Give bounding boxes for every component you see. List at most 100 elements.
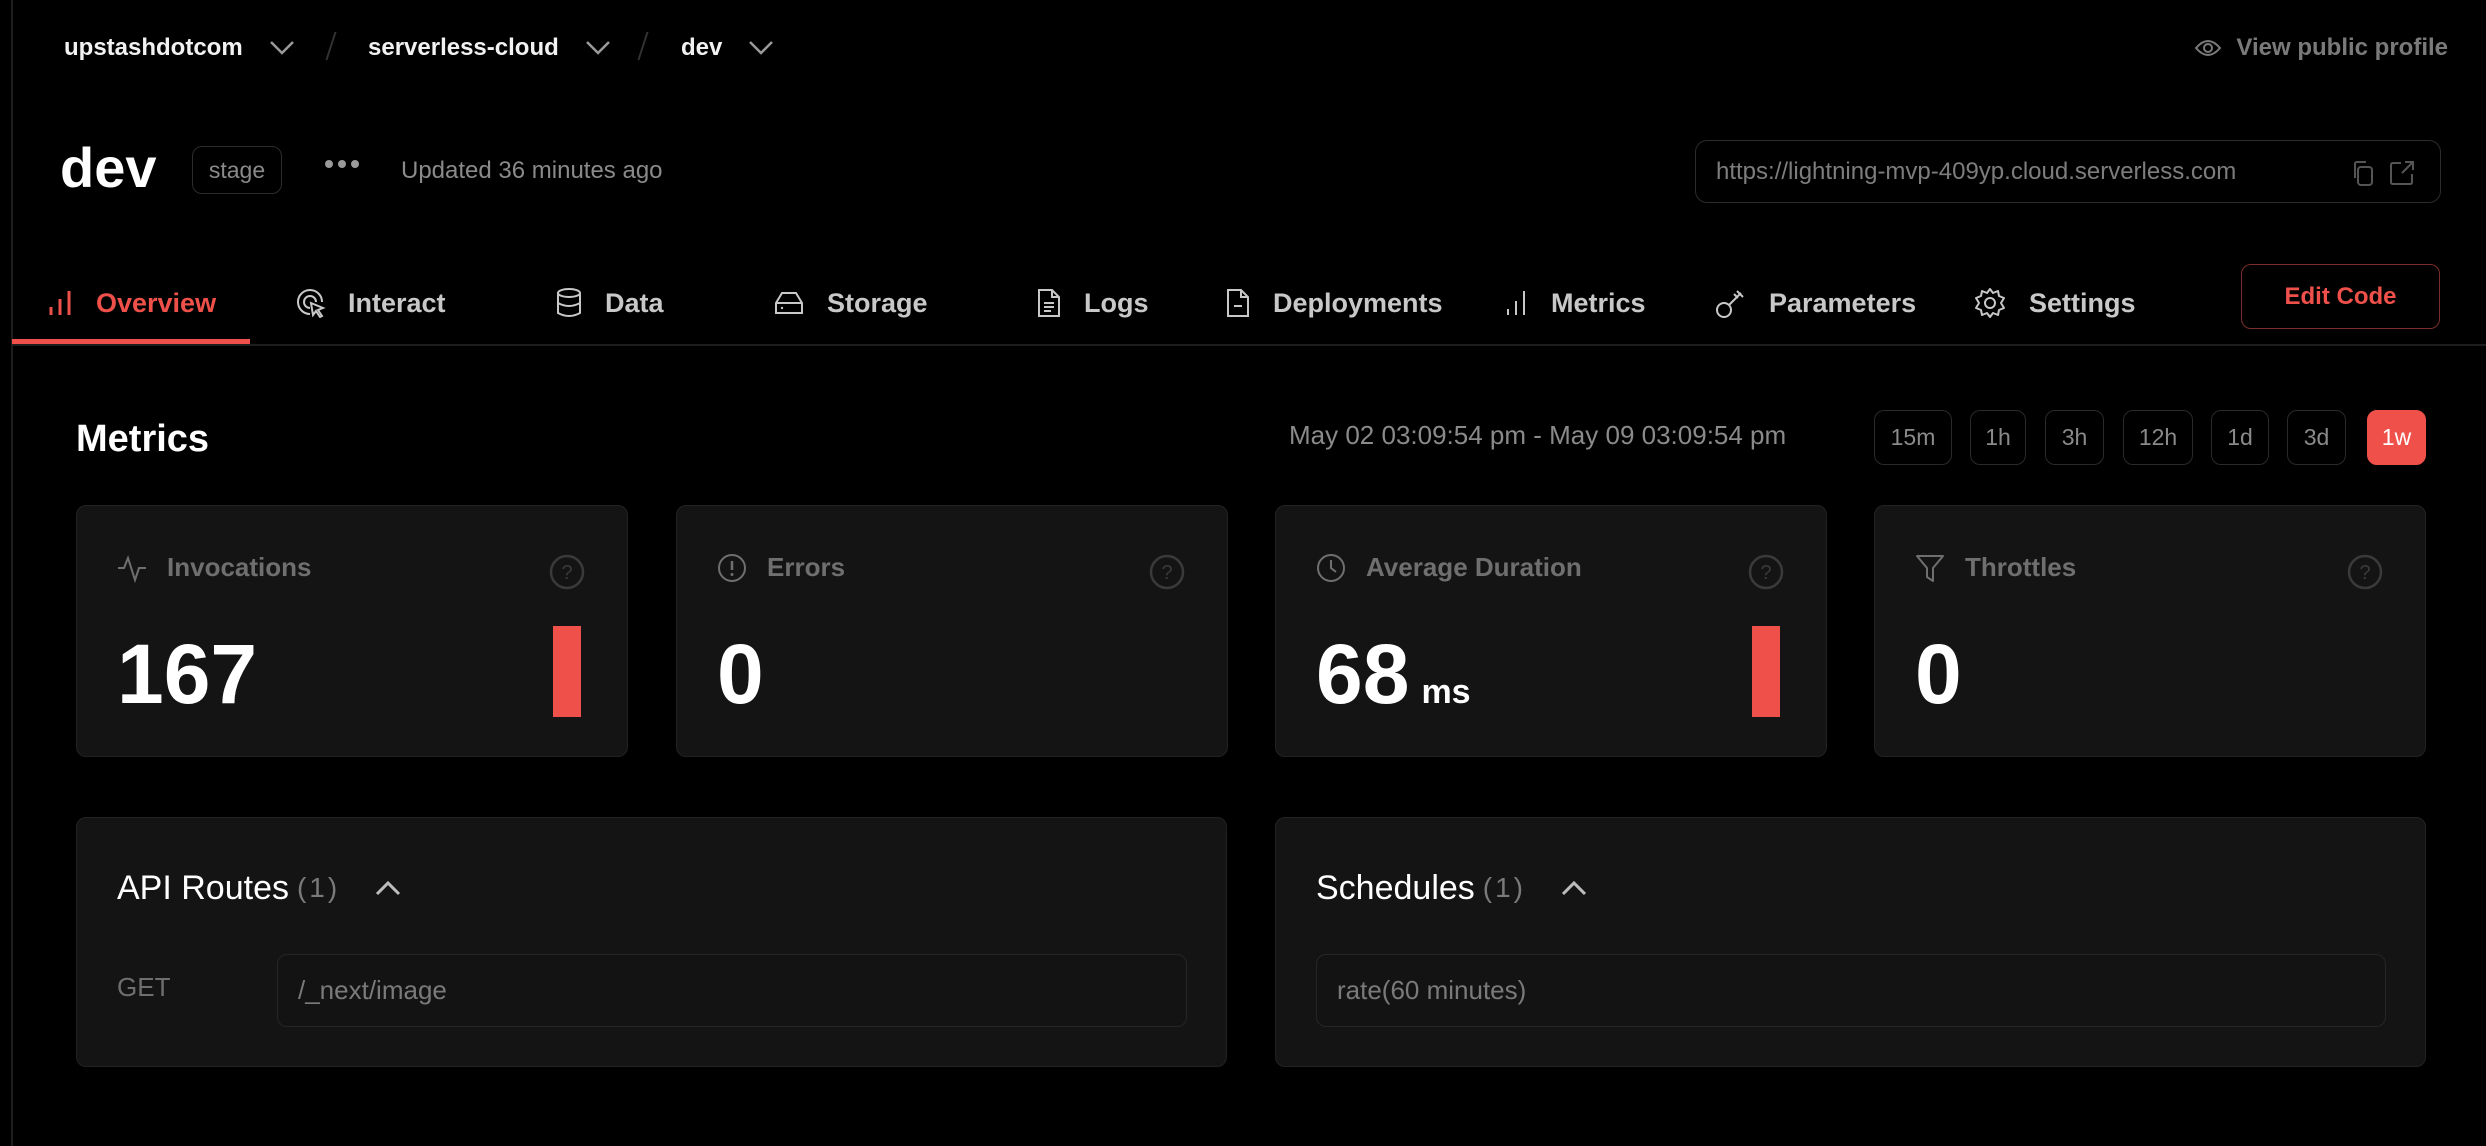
tab-logs-label: Logs [1084, 287, 1149, 318]
tab-overview[interactable]: Overview [48, 262, 216, 344]
breadcrumb-separator [637, 32, 649, 60]
svg-text:?: ? [2359, 562, 2370, 584]
tab-parameters[interactable]: Parameters [1715, 262, 1916, 344]
chevron-down-icon[interactable] [269, 40, 295, 56]
stage-badge: stage [192, 146, 282, 194]
card-value: 0 [1915, 624, 1962, 724]
route-path-field[interactable]: /_next/image [277, 954, 1187, 1027]
card-value: 0 [717, 624, 764, 724]
breadcrumb-separator [325, 32, 337, 60]
svg-text:?: ? [1760, 562, 1771, 584]
edit-code-button[interactable]: Edit Code [2241, 264, 2440, 329]
bar-chart-icon [48, 289, 74, 317]
help-icon[interactable]: ? [549, 554, 585, 590]
schedule-expression-field[interactable]: rate(60 minutes) [1316, 954, 2386, 1027]
range-3h-button[interactable]: 3h [2045, 410, 2104, 465]
cursor-click-icon [296, 288, 326, 318]
app-url-field[interactable]: https://lightning-mvp-409yp.cloud.server… [1695, 140, 2441, 203]
card-value: 167 [117, 624, 257, 724]
average-duration-card: Average Duration ? 68 ms [1275, 505, 1827, 757]
card-label: Invocations [167, 552, 312, 582]
filter-funnel-icon [1915, 553, 1945, 583]
sparkline [553, 626, 581, 717]
updated-timestamp: Updated 36 minutes ago [401, 157, 663, 184]
date-range: May 02 03:09:54 pm - May 09 03:09:54 pm [1289, 420, 1787, 450]
sparkline-bar [553, 626, 581, 717]
document-minus-icon [1225, 287, 1251, 319]
sparkline-bar [1752, 626, 1780, 717]
card-value: 68 ms [1316, 624, 1471, 742]
api-routes-title: API Routes [117, 869, 289, 907]
tab-data-label: Data [605, 287, 664, 318]
help-icon[interactable]: ? [2347, 554, 2383, 590]
sparkline [1153, 626, 1181, 717]
clock-icon [1316, 553, 1346, 583]
breadcrumb-app-label: serverless-cloud [368, 34, 559, 61]
errors-card: Errors ? 0 [676, 505, 1228, 757]
document-lines-icon [1036, 287, 1062, 319]
tab-settings[interactable]: Settings [1973, 262, 2136, 344]
storage-drive-icon [773, 289, 805, 317]
more-options-button[interactable] [325, 160, 359, 168]
chevron-down-icon[interactable] [748, 40, 774, 56]
tab-storage[interactable]: Storage [773, 262, 928, 344]
tab-data[interactable]: Data [555, 262, 664, 344]
app-url-text: https://lightning-mvp-409yp.cloud.server… [1716, 157, 2237, 185]
gear-icon [1973, 286, 2007, 320]
invocations-card: Invocations ? 167 [76, 505, 628, 757]
api-routes-count: (1) [296, 872, 341, 903]
card-header: Invocations [117, 552, 311, 583]
tab-interact[interactable]: Interact [296, 262, 446, 344]
breadcrumb-org-label: upstashdotcom [64, 34, 243, 61]
section-header: API Routes (1) [117, 866, 402, 910]
range-1d-button[interactable]: 1d [2211, 410, 2269, 465]
tab-deployments[interactable]: Deployments [1225, 262, 1443, 344]
schedules-count: (1) [1482, 872, 1527, 903]
tab-interact-label: Interact [348, 287, 446, 318]
tab-deployments-label: Deployments [1273, 287, 1443, 318]
breadcrumb-stage-label: dev [681, 34, 723, 61]
range-15m-button[interactable]: 15m [1874, 410, 1952, 465]
tab-parameters-label: Parameters [1769, 287, 1917, 318]
range-1w-button[interactable]: 1w [2367, 410, 2426, 465]
card-label: Throttles [1965, 552, 2077, 582]
alert-circle-icon [717, 553, 747, 583]
card-value-unit: ms [1421, 673, 1471, 711]
tab-metrics-label: Metrics [1551, 287, 1646, 318]
breadcrumb-org[interactable]: upstashdotcom [64, 30, 295, 66]
dot [325, 160, 333, 168]
external-link-icon[interactable] [2388, 159, 2416, 187]
tab-metrics[interactable]: Metrics [1505, 262, 1646, 344]
route-path: /_next/image [298, 975, 447, 1005]
breadcrumb-app[interactable]: serverless-cloud [368, 30, 611, 66]
route-method: GET [117, 972, 171, 1002]
help-icon[interactable]: ? [1149, 554, 1185, 590]
sparkline [2351, 626, 2379, 717]
chevron-up-icon[interactable] [1560, 880, 1588, 896]
tab-storage-label: Storage [827, 287, 928, 318]
schedules-section: Schedules (1) rate(60 minutes) [1275, 817, 2426, 1067]
card-value-number: 68 [1316, 627, 1410, 721]
key-icon [1715, 287, 1747, 319]
range-1h-button[interactable]: 1h [1970, 410, 2026, 465]
sparkline [1752, 626, 1780, 717]
range-3d-button[interactable]: 3d [2287, 410, 2346, 465]
card-header: Errors [717, 552, 845, 583]
chevron-up-icon[interactable] [374, 880, 402, 896]
card-value-number: 0 [1915, 627, 1962, 721]
card-header: Throttles [1915, 552, 2076, 583]
range-12h-button[interactable]: 12h [2123, 410, 2193, 465]
breadcrumb-stage[interactable]: dev [681, 30, 774, 66]
copy-icon[interactable] [2350, 159, 2378, 187]
help-icon[interactable]: ? [1748, 554, 1784, 590]
activity-pulse-icon [117, 553, 147, 583]
dot [338, 160, 346, 168]
dot [351, 160, 359, 168]
database-icon [555, 287, 583, 319]
chevron-down-icon[interactable] [585, 40, 611, 56]
view-public-profile-link[interactable]: View public profile [2194, 30, 2448, 66]
tab-logs[interactable]: Logs [1036, 262, 1149, 344]
card-value-number: 0 [717, 627, 764, 721]
card-label: Average Duration [1366, 552, 1582, 582]
card-header: Average Duration [1316, 552, 1582, 583]
